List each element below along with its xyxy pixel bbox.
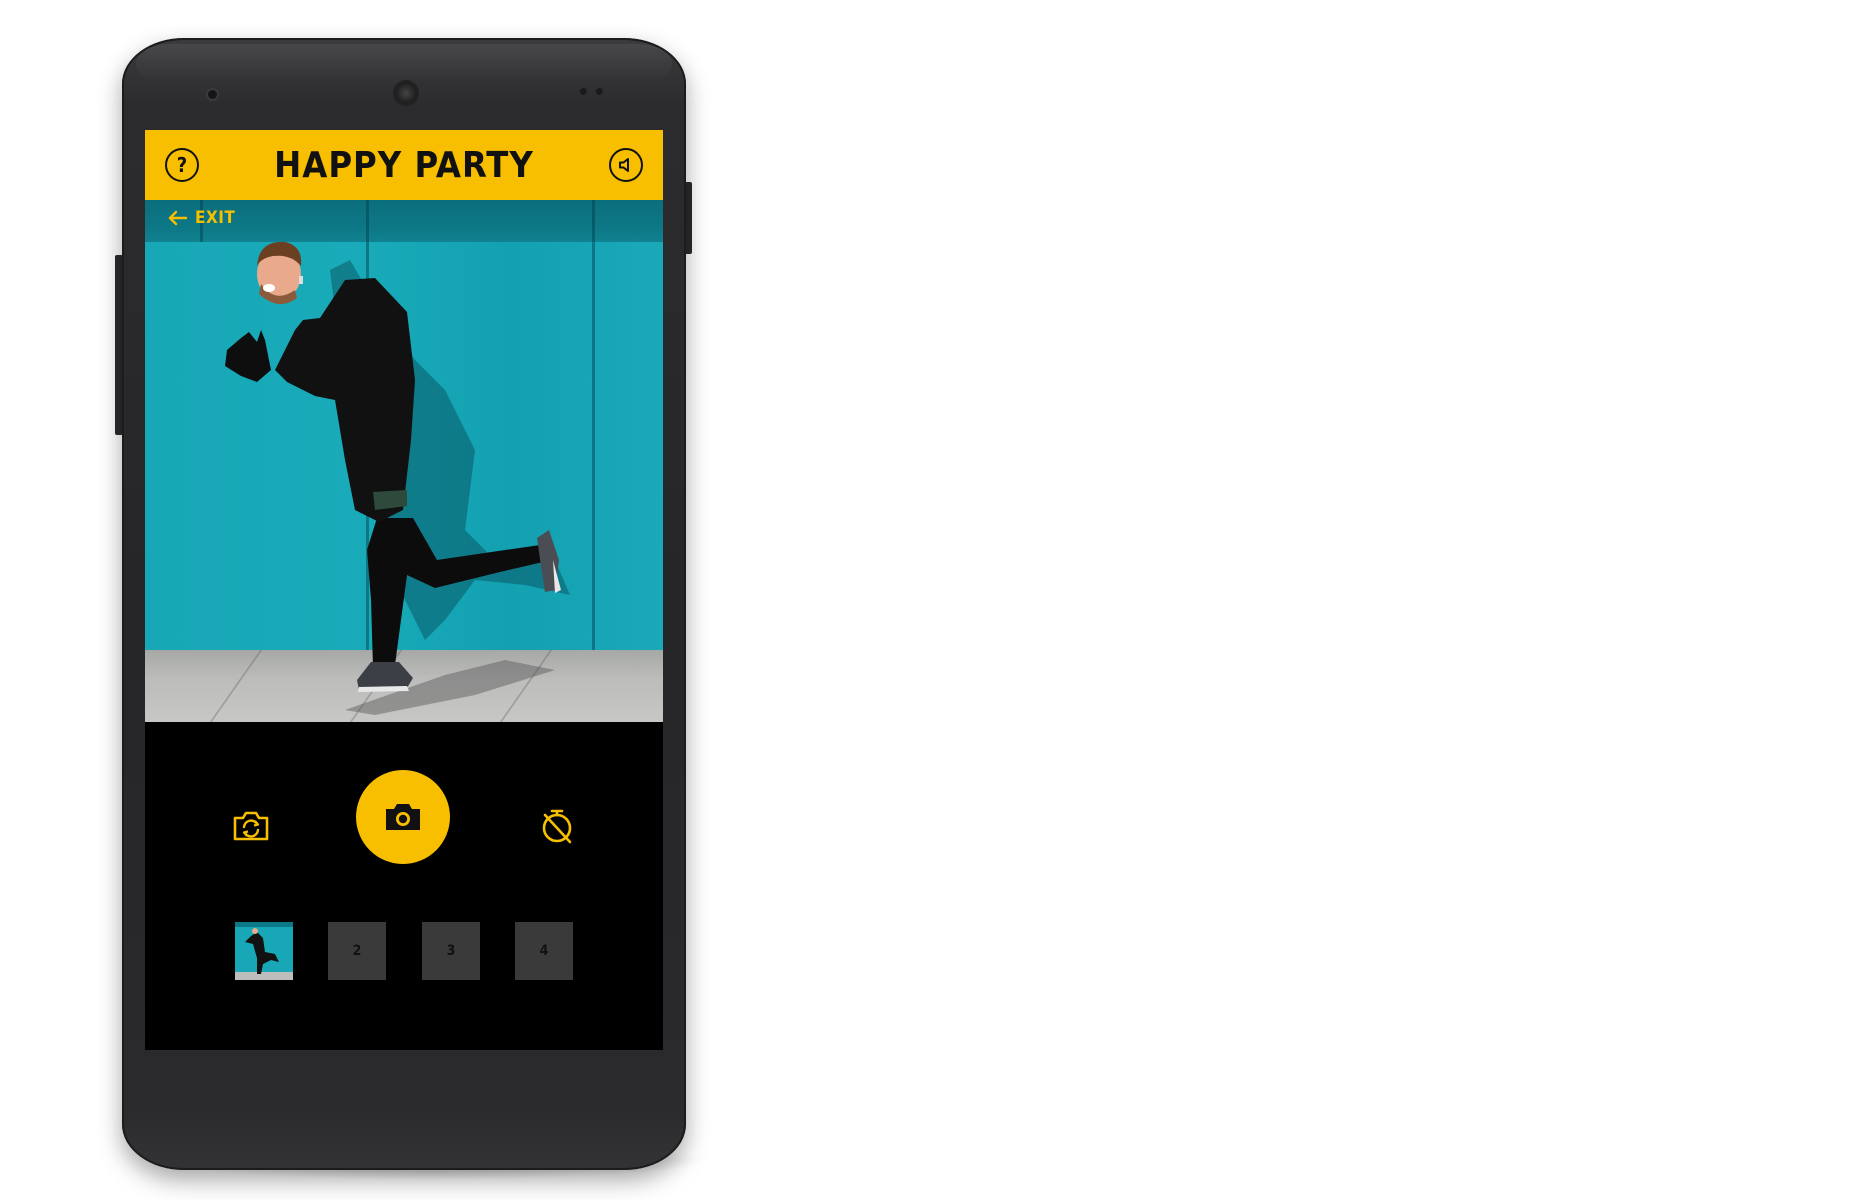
help-icon[interactable]: ? (165, 148, 199, 182)
help-glyph: ? (176, 153, 188, 177)
arrow-left-icon (168, 210, 187, 226)
exit-button[interactable]: EXIT (167, 208, 235, 228)
front-camera-lens (208, 90, 217, 99)
thumbnail-number: 2 (352, 943, 362, 959)
speaker-icon[interactable] (609, 148, 643, 182)
thumbnail-photo (235, 922, 293, 980)
shutter-button[interactable] (356, 770, 450, 864)
timer-button[interactable] (533, 802, 581, 850)
thumbnail-2[interactable]: 2 (328, 922, 386, 980)
camera-preview[interactable]: EXIT (145, 200, 663, 722)
thumbnail-number: 3 (446, 943, 456, 959)
power-button (685, 182, 692, 254)
camera-switch-icon (233, 811, 269, 841)
speaker-glyph (619, 158, 629, 172)
timer-off-icon (542, 809, 572, 844)
thumbnail-4[interactable]: 4 (515, 922, 573, 980)
app-header: ? HAPPY PARTY (145, 130, 663, 200)
light-sensor (596, 88, 603, 95)
shot-thumbnails: 2 3 4 (145, 922, 663, 982)
exit-label: EXIT (195, 208, 236, 228)
thumbnail-number: 4 (539, 943, 549, 959)
camera-controls: 2 3 4 (145, 722, 663, 1050)
thumbnail-3[interactable]: 3 (422, 922, 480, 980)
camera-icon (386, 804, 420, 830)
preview-subject (225, 241, 570, 715)
earpiece-speaker (393, 80, 419, 106)
thumbnail-1[interactable] (235, 922, 293, 980)
proximity-sensor (580, 88, 587, 95)
app-screen: ? HAPPY PARTY EXIT 2 3 4 (145, 130, 663, 1050)
switch-camera-button[interactable] (227, 802, 275, 850)
app-title: HAPPY PARTY (274, 144, 534, 186)
